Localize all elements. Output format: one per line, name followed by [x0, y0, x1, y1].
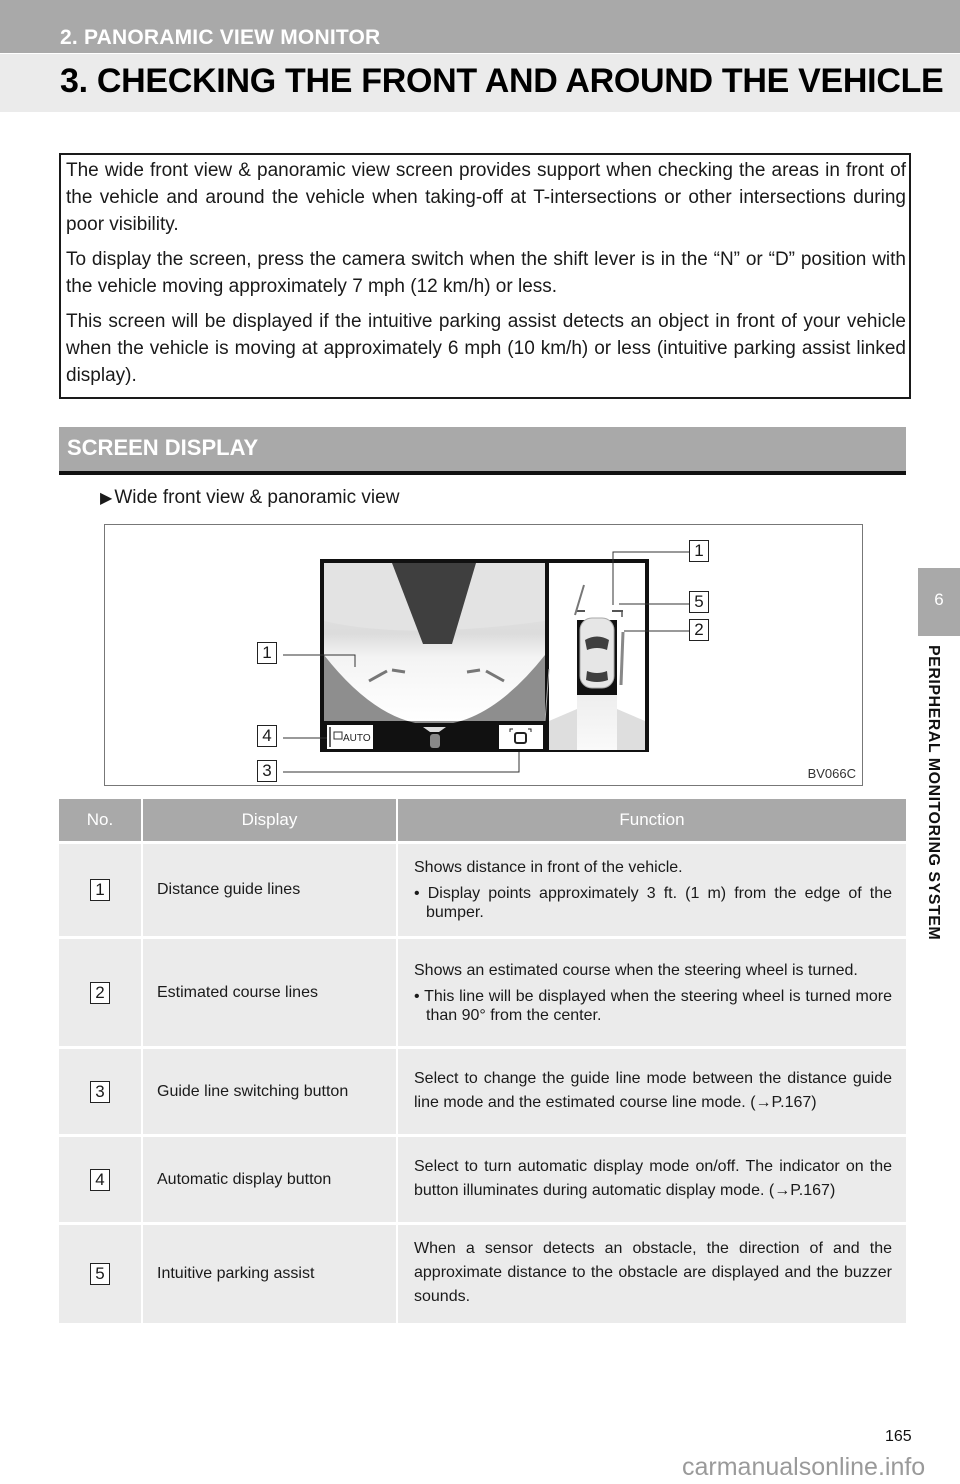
callout-1-right: 1	[689, 540, 709, 562]
auto-button-label: AUTO	[343, 733, 371, 744]
section-heading-bar: SCREEN DISPLAY	[59, 427, 906, 475]
chapter-side-label-text: PERIPHERAL MONITORING SYSTEM	[925, 645, 942, 941]
watermark: carmanualsonline.info	[682, 1453, 926, 1481]
row-function: Select to turn automatic display mode on…	[397, 1134, 906, 1224]
row-number: 4	[90, 1168, 110, 1191]
row-bullet: Display points approximately 3 ft. (1 m)…	[426, 885, 893, 921]
triangle-right-icon: ▶	[100, 490, 113, 507]
page-number: 165	[885, 1428, 912, 1445]
car-icon	[430, 734, 440, 748]
row-display: Automatic display button	[142, 1134, 398, 1224]
row-display: Intuitive parking assist	[142, 1222, 398, 1323]
table-row: 4 Automatic display button Select to tur…	[59, 1134, 906, 1224]
row-function: Shows an estimated course when the steer…	[414, 961, 858, 979]
row-function: Shows distance in front of the vehicle.	[414, 859, 683, 876]
front-view	[324, 563, 545, 725]
panoramic-view	[544, 563, 645, 750]
display-function-table: No. Display Function 1 Distance guide li…	[59, 799, 906, 1323]
subheading: ▶ Wide front view & panoramic view	[100, 487, 399, 509]
header-no: No.	[59, 799, 143, 843]
chapter-title: 2. PANORAMIC VIEW MONITOR	[60, 26, 381, 49]
callout-5: 5	[689, 591, 709, 613]
row-bullet: This line will be displayed when the ste…	[424, 987, 892, 1024]
header-function: Function	[397, 799, 906, 843]
intro-paragraph: The wide front view & panoramic view scr…	[66, 160, 906, 235]
figure-code: BV066C	[807, 766, 856, 781]
callout-4: 4	[257, 725, 277, 747]
chapter-header: 2. PANORAMIC VIEW MONITOR	[0, 0, 960, 53]
table-row: 2 Estimated course lines Shows an estima…	[59, 936, 906, 1048]
guide-line-switching-button	[499, 725, 543, 749]
row-display: Estimated course lines	[142, 936, 398, 1048]
callout-3: 3	[257, 760, 277, 782]
intro-paragraph: This screen will be displayed if the int…	[66, 311, 906, 386]
row-number: 3	[90, 1080, 110, 1103]
intro-paragraph: To display the screen, press the camera …	[66, 249, 906, 297]
distance-guide-line	[466, 668, 481, 674]
row-function: When a sensor detects an obstacle, the d…	[397, 1222, 906, 1323]
row-display: Guide line switching button	[142, 1046, 398, 1136]
table-row: 1 Distance guide lines Shows distance in…	[59, 841, 906, 938]
callout-2: 2	[689, 619, 709, 641]
table-header-row: No. Display Function	[59, 799, 906, 843]
row-number: 5	[90, 1263, 110, 1285]
row-function: Select to change the guide line mode bet…	[397, 1046, 906, 1136]
header-display: Display	[142, 799, 398, 843]
chapter-tab-number: 6	[934, 590, 944, 609]
page-title: 3. CHECKING THE FRONT AND AROUND THE VEH…	[60, 62, 944, 100]
row-number: 2	[90, 981, 110, 1004]
table-row: 5 Intuitive parking assist When a sensor…	[59, 1222, 906, 1323]
chapter-tab[interactable]: 6	[918, 568, 960, 636]
intro-box: The wide front view & panoramic view scr…	[59, 153, 911, 399]
screen-illustration: AUTO	[283, 551, 689, 773]
section-header: 3. CHECKING THE FRONT AND AROUND THE VEH…	[0, 54, 960, 112]
screen-figure: AUTO 1 4 3 1 5 2 BV066C	[104, 524, 863, 786]
distance-guide-line	[391, 668, 406, 674]
table-row: 3 Guide line switching button Select to …	[59, 1046, 906, 1136]
row-display: Distance guide lines	[142, 841, 398, 938]
chapter-side-label: PERIPHERAL MONITORING SYSTEM	[924, 645, 952, 995]
section-title: SCREEN DISPLAY	[67, 435, 259, 460]
estimated-course-line	[619, 631, 625, 686]
subheading-label: Wide front view & panoramic view	[114, 487, 400, 508]
row-number: 1	[90, 879, 110, 901]
callout-1-left: 1	[257, 642, 277, 664]
